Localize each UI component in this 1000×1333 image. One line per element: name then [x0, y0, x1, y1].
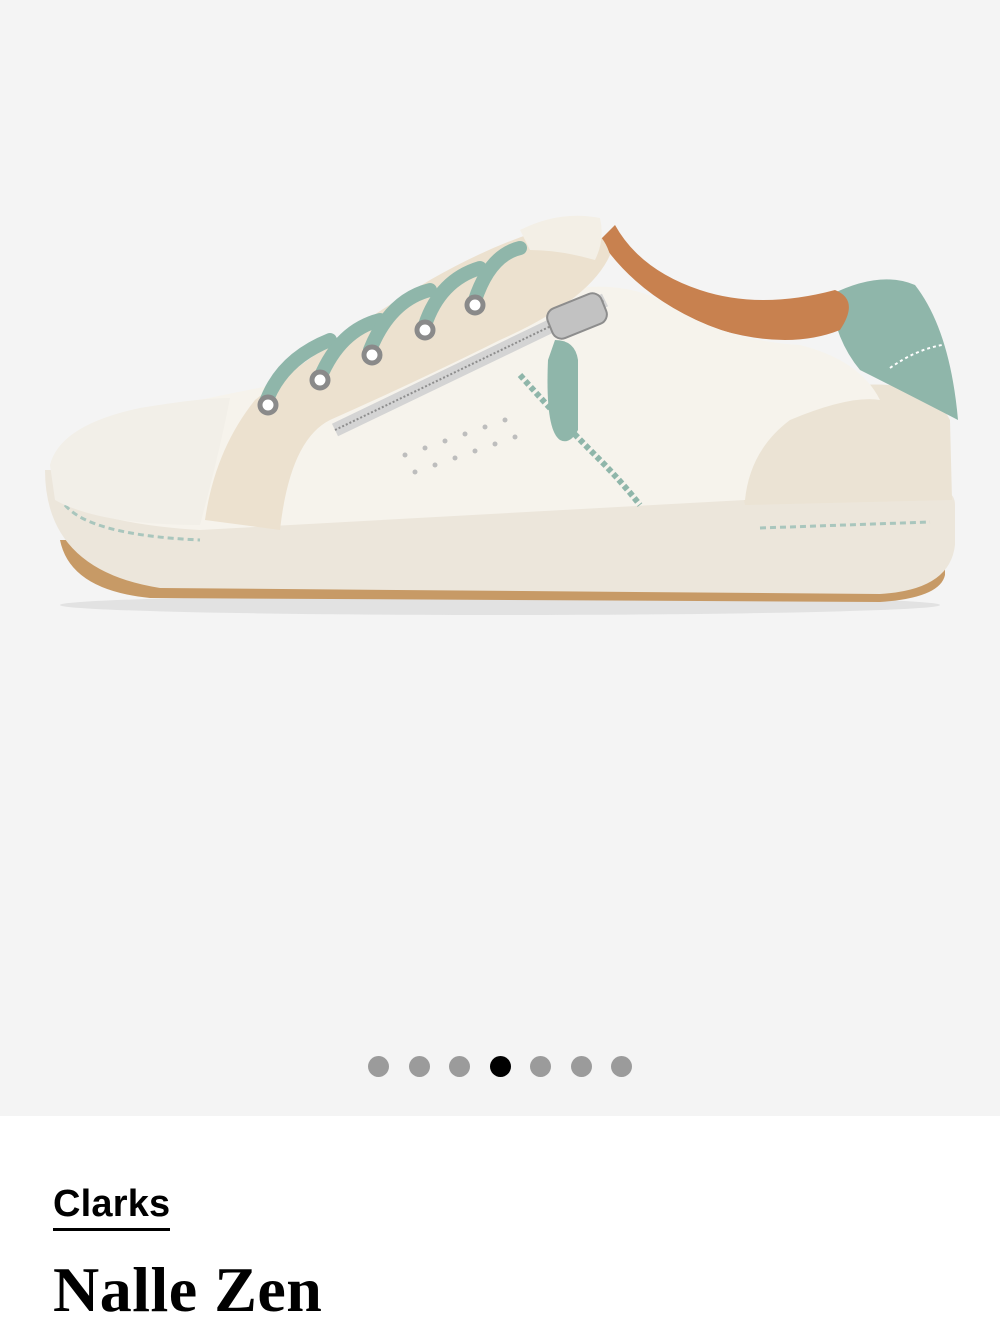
zipper-pull	[547, 340, 578, 442]
product-info: Clarks Nalle Zen	[0, 1116, 1000, 1333]
gallery-dot-7[interactable]	[611, 1055, 632, 1077]
gallery-pagination	[0, 1055, 1000, 1077]
gallery-dot-4-active[interactable]	[489, 1055, 511, 1077]
brand-link[interactable]: Clarks	[53, 1182, 171, 1231]
product-name: Nalle Zen	[53, 1254, 323, 1325]
gallery-dot-5[interactable]	[530, 1055, 551, 1077]
gallery-dot-2[interactable]	[408, 1055, 430, 1077]
product-image[interactable]	[0, 190, 1000, 630]
product-image-gallery[interactable]	[0, 0, 1000, 1116]
gallery-dot-6[interactable]	[570, 1055, 592, 1077]
gallery-dot-1[interactable]	[368, 1055, 389, 1077]
gallery-dot-3[interactable]	[449, 1055, 470, 1077]
